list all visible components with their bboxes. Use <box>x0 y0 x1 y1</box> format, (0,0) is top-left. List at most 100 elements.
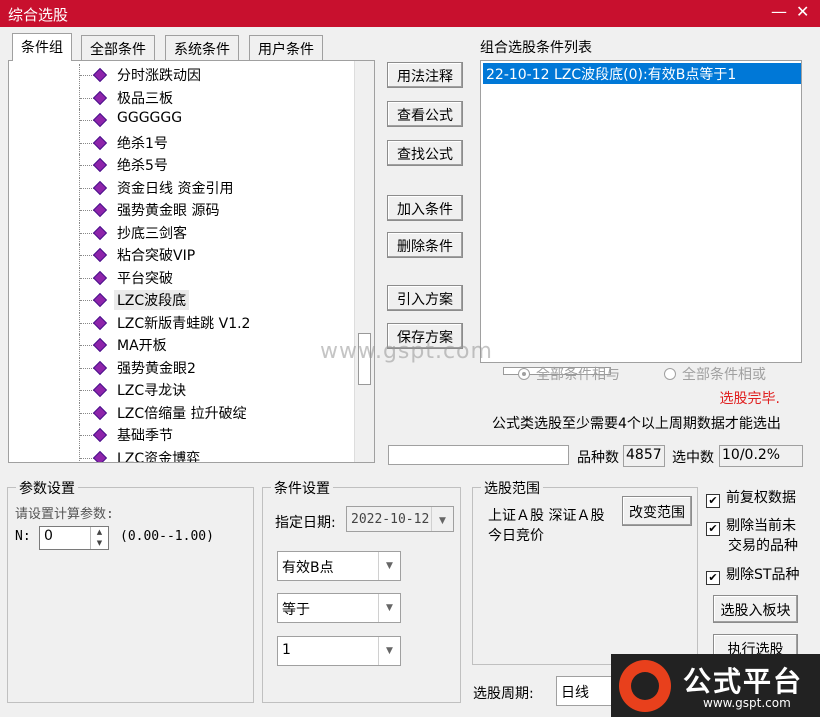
purple-diamond-icon <box>92 135 108 150</box>
tree-connector <box>80 75 94 76</box>
chevron-down-icon[interactable]: ▼ <box>378 552 400 580</box>
total-count-value: 4857 <box>623 445 665 467</box>
n-param-stepper[interactable]: 0 ▲ ▼ <box>39 526 109 550</box>
tree-connector <box>80 435 94 436</box>
tree-connector <box>80 345 94 346</box>
checkmark-icon: ✔ <box>706 522 720 536</box>
tree-item-label: 强势黄金眼 源码 <box>117 203 220 219</box>
status-done-text: 选股完毕. <box>719 391 780 407</box>
minimize-button[interactable]: — <box>771 2 787 21</box>
checkbox-exclude-st[interactable]: ✔ 剔除ST品种 <box>706 564 799 585</box>
tree-item[interactable]: LZC新版青蛙跳 V1.2 <box>9 311 354 334</box>
radio-all-and[interactable]: 全部条件相与 <box>518 364 620 384</box>
tree-item[interactable]: 绝杀1号 <box>9 131 354 154</box>
tree-item[interactable]: 强势黄金眼 源码 <box>9 199 354 221</box>
delete-condition-button[interactable]: 删除条件 <box>387 232 463 258</box>
tree-item[interactable]: LZC资金博弈 <box>9 446 354 462</box>
tree-item-label: 极品三板 <box>117 90 173 107</box>
add-to-sector-button[interactable]: 选股入板块 <box>713 595 798 623</box>
tree-item[interactable]: 抄底三剑客 <box>9 221 354 244</box>
chevron-down-icon[interactable]: ▼ <box>378 594 400 622</box>
find-formula-button[interactable]: 查找公式 <box>387 140 463 166</box>
tree-scrollbar[interactable] <box>354 61 374 462</box>
hit-count-value: 10/0.2% <box>719 445 803 467</box>
checkbox-exclude-untraded[interactable]: ✔ 剔除当前未 <box>706 515 796 536</box>
tab-system-conditions[interactable]: 系统条件 <box>165 35 239 61</box>
tree-item[interactable]: 粘合突破VIP <box>9 244 354 266</box>
list-item[interactable]: 22-10-12 LZC波段底(0):有效B点等于1 <box>483 63 801 84</box>
range-markets: 上证Ａ股 深证Ａ股 <box>488 508 605 524</box>
tree-item[interactable]: 强势黄金眼2 <box>9 356 354 379</box>
tree-item-label: 绝杀1号 <box>117 135 168 152</box>
chevron-down-icon[interactable]: ▼ <box>378 637 400 665</box>
value-select[interactable]: 1 ▼ <box>277 636 401 666</box>
tree-item-label: MA开板 <box>117 338 167 354</box>
up-arrow-icon[interactable]: ▲ <box>91 527 108 538</box>
purple-diamond-icon <box>92 315 108 330</box>
tree-connector <box>80 165 94 166</box>
change-range-button[interactable]: 改变范围 <box>622 496 692 526</box>
date-label: 指定日期: <box>275 515 336 531</box>
purple-diamond-icon <box>92 67 108 83</box>
purple-diamond-icon <box>92 292 108 308</box>
view-formula-button[interactable]: 查看公式 <box>387 101 463 127</box>
chevron-down-icon[interactable]: ▼ <box>431 507 453 531</box>
tree-item[interactable]: LZC寻龙诀 <box>9 379 354 401</box>
tree-connector <box>80 300 94 301</box>
tree-item-label: LZC寻龙诀 <box>117 383 187 399</box>
condition-field-select[interactable]: 有效B点 ▼ <box>277 551 401 581</box>
purple-diamond-icon <box>92 450 108 462</box>
tree-item[interactable]: 绝杀5号 <box>9 154 354 176</box>
watermark-text: www.gspt.com <box>320 339 493 364</box>
tree-item[interactable]: 资金日线 资金引用 <box>9 176 354 199</box>
purple-diamond-icon <box>92 405 108 420</box>
tab-condition-group[interactable]: 条件组 <box>12 33 72 61</box>
purple-diamond-icon <box>92 90 108 105</box>
purple-diamond-icon <box>92 157 108 173</box>
radio-all-or[interactable]: 全部条件相或 <box>664 364 766 384</box>
tree-item-label: 绝杀5号 <box>117 158 168 174</box>
close-button[interactable]: ✕ <box>796 2 809 21</box>
down-arrow-icon[interactable]: ▼ <box>91 538 108 549</box>
tree-item[interactable]: 平台突破 <box>9 266 354 289</box>
tab-user-conditions[interactable]: 用户条件 <box>249 35 323 61</box>
tree-item[interactable]: 极品三板 <box>9 86 354 109</box>
total-count-label: 品种数 <box>577 450 619 466</box>
period-label: 选股周期: <box>473 686 534 702</box>
usage-notes-button[interactable]: 用法注释 <box>387 62 463 88</box>
condition-list-label: 组合选股条件列表 <box>480 40 592 56</box>
operator-select[interactable]: 等于 ▼ <box>277 593 401 623</box>
condition-settings-title: 条件设置 <box>271 478 333 498</box>
tree-item-label: 抄底三剑客 <box>117 225 187 242</box>
tree-item[interactable]: GGGGGG <box>9 109 354 131</box>
formula-note: 公式类选股至少需要4个以上周期数据才能选出 <box>492 416 781 432</box>
checkbox-forward-adjust[interactable]: ✔ 前复权数据 <box>706 487 796 508</box>
tree-item[interactable]: 分时涨跌动因 <box>9 64 354 86</box>
purple-diamond-icon <box>92 270 108 285</box>
period-select[interactable]: 日线 <box>556 676 616 706</box>
tree-item-label: 基础季节 <box>117 428 173 444</box>
condition-settings-group: 条件设置 指定日期: 2022-10-12 ▼ 有效B点 ▼ 等于 ▼ 1 ▼ <box>262 478 461 703</box>
checkmark-icon: ✔ <box>706 494 720 508</box>
tree-item[interactable]: LZC倍缩量 拉升破绽 <box>9 401 354 424</box>
tree-connector <box>80 210 94 211</box>
purple-diamond-icon <box>92 112 108 128</box>
date-picker[interactable]: 2022-10-12 ▼ <box>346 506 454 532</box>
tree-item[interactable]: MA开板 <box>9 334 354 356</box>
condition-list[interactable]: 22-10-12 LZC波段底(0):有效B点等于1 <box>480 60 802 375</box>
tree-item[interactable]: 基础季节 <box>9 424 354 446</box>
tree-item[interactable]: LZC波段底 <box>9 289 354 311</box>
condition-tree[interactable]: 分时涨跌动因极品三板 GGGGGG 绝杀1号绝杀5号资金日线 资金引用强势黄金眼 源… <box>8 60 375 463</box>
stepper-arrows[interactable]: ▲ ▼ <box>90 527 108 549</box>
stock-screener-window: 条件组 全部条件 系统条件 用户条件 分时涨跌动因极品三板 GGGGGG 绝杀1号绝… <box>0 27 820 717</box>
range-auction: 今日竞价 <box>488 528 544 544</box>
purple-diamond-icon <box>92 337 108 353</box>
tree-connector <box>79 446 80 462</box>
params-group: 参数设置 请设置计算参数: N: 0 ▲ ▼ (0.00--1.00) <box>7 478 254 703</box>
import-plan-button[interactable]: 引入方案 <box>387 285 463 311</box>
selection-range-group: 选股范围 上证Ａ股 深证Ａ股 今日竞价 改变范围 <box>472 478 698 665</box>
tree-item-label: 粘合突破VIP <box>117 248 196 264</box>
logo-url: www.gspt.com <box>703 696 791 710</box>
tab-all-conditions[interactable]: 全部条件 <box>81 35 155 61</box>
add-condition-button[interactable]: 加入条件 <box>387 195 463 221</box>
